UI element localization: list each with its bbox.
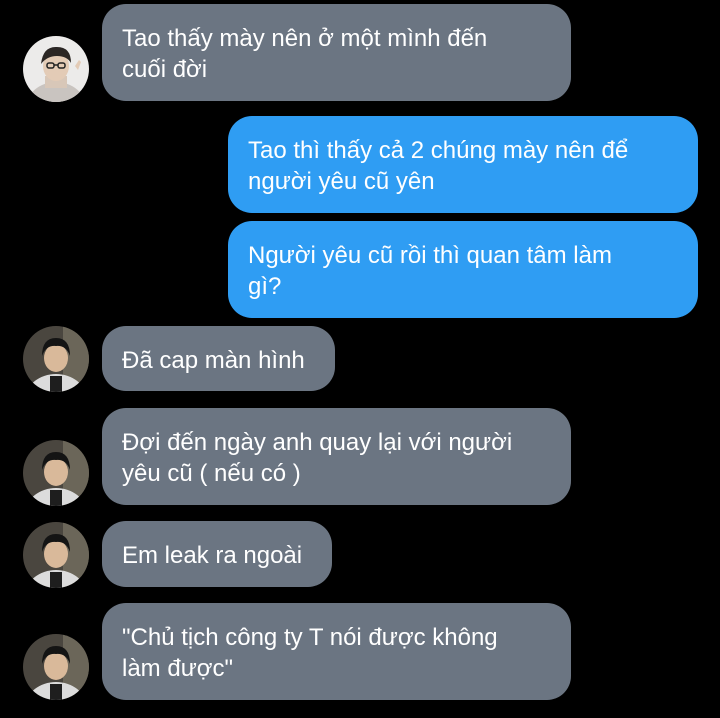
avatar[interactable] (23, 326, 89, 392)
message-bubble[interactable]: Đợi đến ngày anh quay lại với người yêu … (102, 408, 571, 505)
message-bubble[interactable]: Đã cap màn hình (102, 326, 335, 391)
avatar[interactable] (23, 634, 89, 700)
message-bubble[interactable]: Em leak ra ngoài (102, 521, 332, 587)
avatar-photo (23, 326, 89, 392)
message-bubble[interactable]: Tao thì thấy cả 2 chúng mày nên để người… (228, 116, 698, 213)
message-bubble[interactable]: "Chủ tịch công ty T nói được không làm đ… (102, 603, 571, 700)
message-bubble[interactable]: Tao thấy mày nên ở một mình đến cuối đời (102, 4, 571, 101)
avatar[interactable] (23, 36, 89, 102)
avatar-photo (23, 634, 89, 700)
avatar[interactable] (23, 440, 89, 506)
avatar-photo (23, 440, 89, 506)
avatar-photo (23, 36, 89, 102)
avatar-photo (23, 522, 89, 588)
avatar[interactable] (23, 522, 89, 588)
message-bubble[interactable]: Người yêu cũ rồi thì quan tâm làm gì? (228, 221, 698, 318)
